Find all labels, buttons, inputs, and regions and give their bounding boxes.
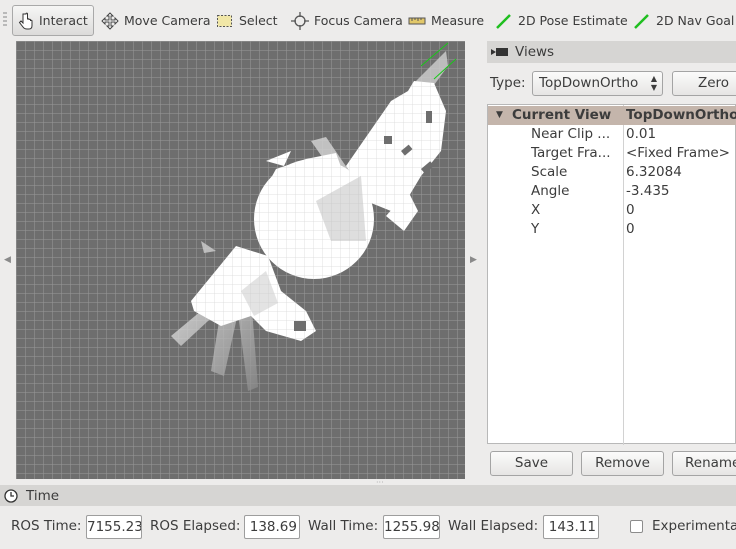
- render-viewport[interactable]: [16, 41, 465, 479]
- property-value[interactable]: 0: [626, 201, 635, 220]
- select-rectangle-icon: [217, 14, 232, 27]
- ruler-icon: [408, 17, 426, 24]
- expand-triangle-icon[interactable]: ▼: [496, 106, 503, 125]
- property-value[interactable]: 6.32084: [626, 163, 682, 182]
- ros-elapsed-field[interactable]: 138.69: [244, 515, 300, 539]
- current-view-key: Current View: [512, 107, 612, 123]
- time-panel-header: Time: [0, 485, 736, 506]
- view-properties-tree: ▼ Current View TopDownOrtho Near Clip ..…: [487, 104, 736, 445]
- sensor-ray-fan: [201, 241, 216, 253]
- move-camera-tool-label: Move Camera: [124, 13, 211, 28]
- zero-button-label: Zero: [698, 75, 730, 91]
- select-tool-label: Select: [239, 13, 278, 28]
- property-row-y[interactable]: Y 0: [488, 220, 736, 239]
- property-row-near-clip[interactable]: Near Clip ... 0.01: [488, 125, 736, 144]
- 2d-pose-estimate-tool-button[interactable]: 2D Pose Estimate: [490, 5, 633, 36]
- property-row-scale[interactable]: Scale 6.32084: [488, 163, 736, 182]
- spinner-arrows-icon: ▲ ▼: [650, 74, 657, 92]
- focus-camera-tool-button[interactable]: Focus Camera: [286, 5, 408, 36]
- camera-icon: [491, 48, 508, 56]
- experimental-label: Experimental: [652, 518, 736, 534]
- views-panel: Views Type: TopDownOrtho ▲ ▼ Zero ▼ Curre…: [487, 41, 736, 483]
- occupancy-map: [171, 42, 457, 391]
- 2d-pose-estimate-tool-label: 2D Pose Estimate: [518, 13, 628, 28]
- left-panel-collapse-arrow-icon[interactable]: ◀: [4, 255, 11, 265]
- toolbar: Interact Move Camera Select Focus Camera…: [0, 0, 736, 40]
- property-key: Near Clip ...: [531, 126, 611, 142]
- interact-tool-button[interactable]: Interact: [12, 5, 94, 36]
- hand-pointer-icon: [18, 12, 33, 29]
- save-button[interactable]: Save: [490, 451, 573, 476]
- measure-tool-button[interactable]: Measure: [403, 5, 489, 36]
- views-panel-title: Views: [515, 44, 555, 60]
- view-type-select-value: TopDownOrtho: [539, 75, 639, 91]
- select-tool-button[interactable]: Select: [211, 5, 283, 36]
- view-type-label: Type:: [490, 75, 526, 91]
- property-value[interactable]: -3.435: [626, 182, 670, 201]
- property-row-x[interactable]: X 0: [488, 201, 736, 220]
- clock-icon: [4, 488, 18, 503]
- property-value[interactable]: 0.01: [626, 125, 656, 144]
- time-panel-title: Time: [26, 487, 60, 504]
- green-arrow-icon: [634, 13, 649, 29]
- wall-elapsed-field[interactable]: 143.11: [543, 515, 599, 539]
- wall-elapsed-label: Wall Elapsed:: [448, 518, 539, 534]
- remove-button[interactable]: Remove: [581, 451, 664, 476]
- current-view-value: TopDownOrtho: [626, 107, 736, 123]
- property-key: Target Fra...: [531, 145, 611, 161]
- property-key: Scale: [531, 164, 568, 180]
- time-panel: ROS Time: 7155.23 ROS Elapsed: 138.69 Wa…: [0, 512, 736, 542]
- green-arrow-icon: [496, 13, 511, 29]
- toolbar-grip[interactable]: [3, 12, 7, 28]
- wall-time-label: Wall Time:: [308, 518, 379, 534]
- ros-time-label: ROS Time:: [11, 518, 82, 534]
- crosshair-icon: [291, 11, 309, 30]
- property-row-angle[interactable]: Angle -3.435: [488, 182, 736, 201]
- zero-button[interactable]: Zero: [672, 71, 736, 96]
- rename-button[interactable]: Rename: [672, 451, 736, 476]
- ros-elapsed-label: ROS Elapsed:: [150, 518, 241, 534]
- property-key: Y: [531, 221, 540, 237]
- ros-time-field[interactable]: 7155.23: [86, 515, 142, 539]
- save-button-label: Save: [514, 455, 549, 471]
- current-view-row[interactable]: ▼ Current View TopDownOrtho: [488, 106, 736, 125]
- move-camera-icon: [101, 11, 119, 30]
- remove-button-label: Remove: [595, 455, 650, 471]
- 2d-nav-goal-tool-button[interactable]: 2D Nav Goal: [628, 5, 736, 36]
- property-row-target-frame[interactable]: Target Fra... <Fixed Frame>: [488, 144, 736, 163]
- wall-time-field[interactable]: 1255.98: [383, 515, 440, 539]
- property-key: X: [531, 202, 541, 218]
- property-key: Angle: [531, 183, 570, 199]
- view-type-select[interactable]: TopDownOrtho ▲ ▼: [532, 71, 663, 96]
- rename-button-label: Rename: [685, 455, 736, 471]
- move-camera-tool-button[interactable]: Move Camera: [96, 5, 216, 36]
- property-value[interactable]: <Fixed Frame>: [626, 144, 730, 163]
- right-panel-collapse-arrow-icon[interactable]: ▶: [470, 255, 477, 265]
- 2d-nav-goal-tool-label: 2D Nav Goal: [656, 13, 735, 28]
- experimental-checkbox[interactable]: [630, 520, 643, 533]
- property-value[interactable]: 0: [626, 220, 635, 239]
- views-panel-header: Views: [487, 41, 736, 63]
- interact-tool-label: Interact: [39, 13, 88, 28]
- focus-camera-tool-label: Focus Camera: [314, 13, 403, 28]
- measure-tool-label: Measure: [431, 13, 485, 28]
- free-space-area: [191, 81, 446, 341]
